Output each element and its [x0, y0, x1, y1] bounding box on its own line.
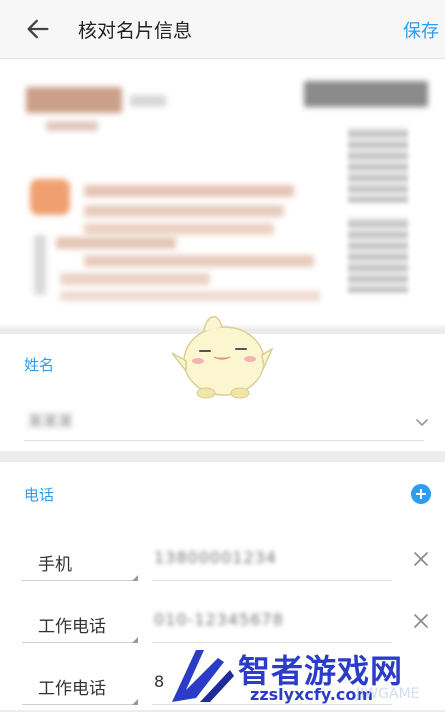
phone-type-select[interactable]: 手机 — [22, 540, 138, 581]
business-card-image — [0, 59, 445, 331]
add-phone-button[interactable] — [411, 484, 431, 504]
phone-type-select[interactable]: 工作电话 — [22, 602, 138, 643]
watermark-url: zzslyxcfy.com — [250, 685, 374, 704]
phone-label: 电话 — [24, 486, 55, 504]
page-title: 核对名片信息 — [78, 20, 193, 42]
phone-number-input[interactable]: 010-12345678 — [152, 602, 392, 643]
close-icon[interactable] — [412, 550, 430, 568]
phone-number-value: 010-12345678 — [154, 610, 284, 629]
site-watermark: 智者游戏网 zzslyxcfy.com JIWGAME — [166, 640, 445, 710]
name-label: 姓名 — [24, 356, 55, 374]
dropdown-corner-icon — [132, 699, 138, 705]
watermark-logo-icon — [172, 650, 234, 702]
watermark-faint-text: JIWGAME — [356, 686, 420, 702]
phone-type-select[interactable]: 工作电话 — [22, 664, 138, 705]
phone-type-label: 工作电话 — [38, 679, 106, 699]
top-bar: 核对名片信息 保存 — [0, 0, 445, 59]
dropdown-corner-icon — [132, 637, 138, 643]
name-value: 某某某 — [28, 412, 74, 430]
name-select-field[interactable]: 某某某 — [24, 404, 428, 441]
close-icon[interactable] — [412, 612, 430, 630]
save-button[interactable]: 保存 — [403, 17, 439, 43]
phone-number-value: 8 — [154, 672, 166, 691]
back-arrow-icon[interactable] — [24, 15, 52, 43]
phone-row: 手机 13800001234 — [22, 540, 432, 588]
phone-number-input[interactable]: 13800001234 — [152, 540, 392, 581]
duck-mascot-icon — [171, 316, 274, 399]
chevron-down-icon[interactable] — [414, 414, 430, 430]
phone-number-value: 13800001234 — [154, 548, 277, 567]
phone-type-label: 工作电话 — [38, 617, 106, 637]
phone-type-label: 手机 — [38, 555, 72, 575]
dropdown-corner-icon — [132, 575, 138, 581]
